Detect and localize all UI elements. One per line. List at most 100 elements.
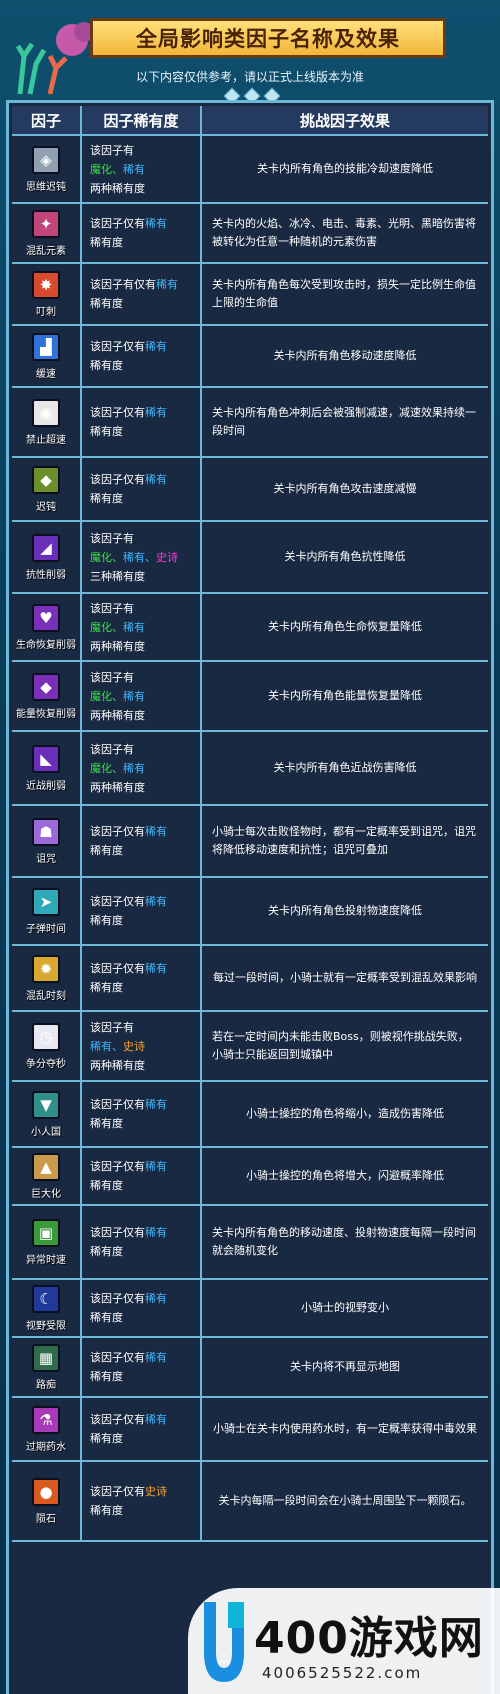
factor-cell: ✸ 叮刺 [12,264,82,324]
factor-cell: ◆ 能量恢复削弱 [12,662,82,730]
factor-name: 缓速 [36,368,56,380]
table-header: 因子 因子稀有度 挑战因子效果 [12,106,488,136]
effect-cell: 关卡内所有角色每次受到攻击时，损失一定比例生命值上限的生命值 [212,278,476,309]
rarity-text: 该因子仅有 [90,962,145,975]
factor-name: 巨大化 [31,1188,61,1200]
factor-name: 陨石 [36,1513,56,1525]
factor-name: 路痴 [36,1379,56,1391]
rarity-line: 魔化、稀有 [90,759,200,778]
rarity-text: 该因子仅有 [90,340,145,353]
effect-cell: 关卡内每隔一段时间会在小骑士周围坠下一颗陨石。 [218,1494,472,1507]
rarity-tag: 稀有 [145,1098,167,1111]
watermark-logo-icon [204,1602,244,1682]
rarity-cell: 该因子有仅有稀有 稀有度 [82,264,202,324]
rarity-line: 三种稀有度 [90,567,200,586]
rarity-cell: 该因子仅有稀有 稀有度 [82,388,202,456]
rarity-tag: 稀有 [145,217,167,230]
table-row: ◢ 抗性削弱 该因子有 魔化、稀有、史诗 三种稀有度 关卡内所有角色抗性降低 [12,522,488,594]
rarity-cell: 该因子仅有稀有 稀有度 [82,806,202,876]
rarity-line: 该因子仅有稀有 [90,1223,200,1242]
rarity-tag: 史诗 [156,550,178,564]
rarity-tag: 魔化、 [90,550,123,564]
factor-name: 抗性削弱 [26,569,66,581]
rarity-line: 该因子仅有稀有 [90,1289,200,1308]
ghost-icon: ☗ [32,817,60,846]
rarity-tag: 稀有 [145,1351,167,1364]
grow-icon: ▲ [32,1152,60,1181]
energy-break-icon: ◆ [32,672,60,701]
rarity-line: 该因子仅有稀有 [90,1095,200,1114]
rarity-text: 稀有度 [90,844,123,857]
rarity-tag: 稀有 [145,1413,167,1426]
rarity-tag: 稀有 [156,278,178,291]
rarity-line: 两种稀有度 [90,778,200,797]
effect-cell: 关卡内所有角色近战伤害降低 [273,761,417,774]
rarity-line: 稀有度 [90,1176,200,1195]
rarity-line: 两种稀有度 [90,1056,200,1075]
monitor-icon: ▣ [32,1218,60,1247]
rarity-tag: 稀有 [145,1292,167,1305]
table-row: ◣ 近战削弱 该因子有 魔化、稀有 两种稀有度 关卡内所有角色近战伤害降低 [12,732,488,806]
effect-cell: 关卡内所有角色抗性降低 [284,550,406,563]
effect-cell: 小骑士操控的角色将增大，闪避概率降低 [246,1169,444,1182]
brain-icon: ◈ [32,145,60,174]
effect-cell: 关卡内所有角色生命恢复量降低 [268,620,422,633]
rarity-text: 该因子有 [90,143,134,157]
rarity-text: 稀有度 [90,1311,123,1324]
rarity-line: 该因子有 [90,141,200,160]
rarity-tag: 魔化、 [90,162,123,176]
table-row: ☗ 诅咒 该因子仅有稀有 稀有度 小骑士每次击败怪物时，都有一定概率受到诅咒，诅咒将降低… [12,806,488,878]
rarity-cell: 该因子仅有稀有 稀有度 [82,1148,202,1204]
table-row: ✦ 混乱元素 该因子仅有稀有 稀有度 关卡内的火焰、冰冷、电击、毒素、光明、黑暗伤害将被… [12,204,488,264]
rarity-text: 该因子有 [90,601,134,615]
rarity-text: 稀有度 [90,297,123,310]
rarity-line: 该因子仅有稀有 [90,214,200,233]
rarity-cell: 该因子有 魔化、稀有、史诗 三种稀有度 [82,522,202,592]
heart-break-icon: ♥ [32,603,60,632]
rarity-text: 该因子仅有 [90,1098,145,1111]
rarity-text: 三种稀有度 [90,569,145,583]
rarity-text: 稀有度 [90,359,123,372]
rarity-line: 稀有度 [90,422,200,441]
rarity-cell: 该因子仅有稀有 稀有度 [82,204,202,262]
rarity-cell: 该因子有 稀有、史诗 两种稀有度 [82,1012,202,1080]
table-row: ◉ 禁止超速 该因子仅有稀有 稀有度 关卡内所有角色冲刺后会被强制减速，减速效果持续一段… [12,388,488,458]
rarity-line: 该因子仅有稀有 [90,1410,200,1429]
rarity-line: 稀有度 [90,841,200,860]
rarity-line: 魔化、稀有 [90,687,200,706]
rarity-text: 稀有度 [90,1245,123,1258]
rarity-text: 该因子有 [90,742,134,756]
potion-icon: ⚗ [32,1405,60,1434]
factor-name: 禁止超速 [26,434,66,446]
factor-name: 小人国 [31,1126,61,1138]
rarity-text: 两种稀有度 [90,639,145,653]
factor-cell: ☗ 诅咒 [12,806,82,876]
factor-name: 混乱元素 [26,245,66,257]
rarity-line: 该因子有 [90,599,200,618]
table-row: ◆ 能量恢复削弱 该因子有 魔化、稀有 两种稀有度 关卡内所有角色能量恢复量降低 [12,662,488,732]
table-row: ✸ 叮刺 该因子有仅有稀有 稀有度 关卡内所有角色每次受到攻击时，损失一定比例生命值上限… [12,264,488,326]
rarity-cell: 该因子有 魔化、稀有 两种稀有度 [82,136,202,202]
rarity-line: 稀有度 [90,489,200,508]
clock-icon: ◷ [32,1022,60,1051]
rarity-line: 魔化、稀有 [90,160,200,179]
factor-name: 诅咒 [36,853,56,865]
effect-cell: 每过一段时间，小骑士就有一定概率受到混乱效果影响 [213,971,477,984]
factor-cell: ◉ 禁止超速 [12,388,82,456]
meteor-icon: ● [32,1477,60,1506]
rarity-text: 该因子仅有 [90,1351,145,1364]
rarity-text: 两种稀有度 [90,1058,145,1072]
rarity-cell: 该因子仅有稀有 稀有度 [82,326,202,386]
factor-name: 混乱时刻 [26,990,66,1002]
factor-cell: ➤ 子弹时间 [12,878,82,944]
rarity-text: 两种稀有度 [90,780,145,794]
factor-cell: ☾ 视野受限 [12,1280,82,1336]
watermark-brand: 400游戏网 [254,1613,484,1664]
rarity-tag: 魔化、 [90,620,123,634]
rarity-text: 稀有度 [90,492,123,505]
page-title: 全局影响类因子名称及效果 [90,18,446,58]
factor-name: 过期药水 [26,1441,66,1453]
rarity-line: 稀有度 [90,911,200,930]
rarity-text: 稀有度 [90,1179,123,1192]
rarity-cell: 该因子仅有稀有稀有度 [82,1280,202,1336]
